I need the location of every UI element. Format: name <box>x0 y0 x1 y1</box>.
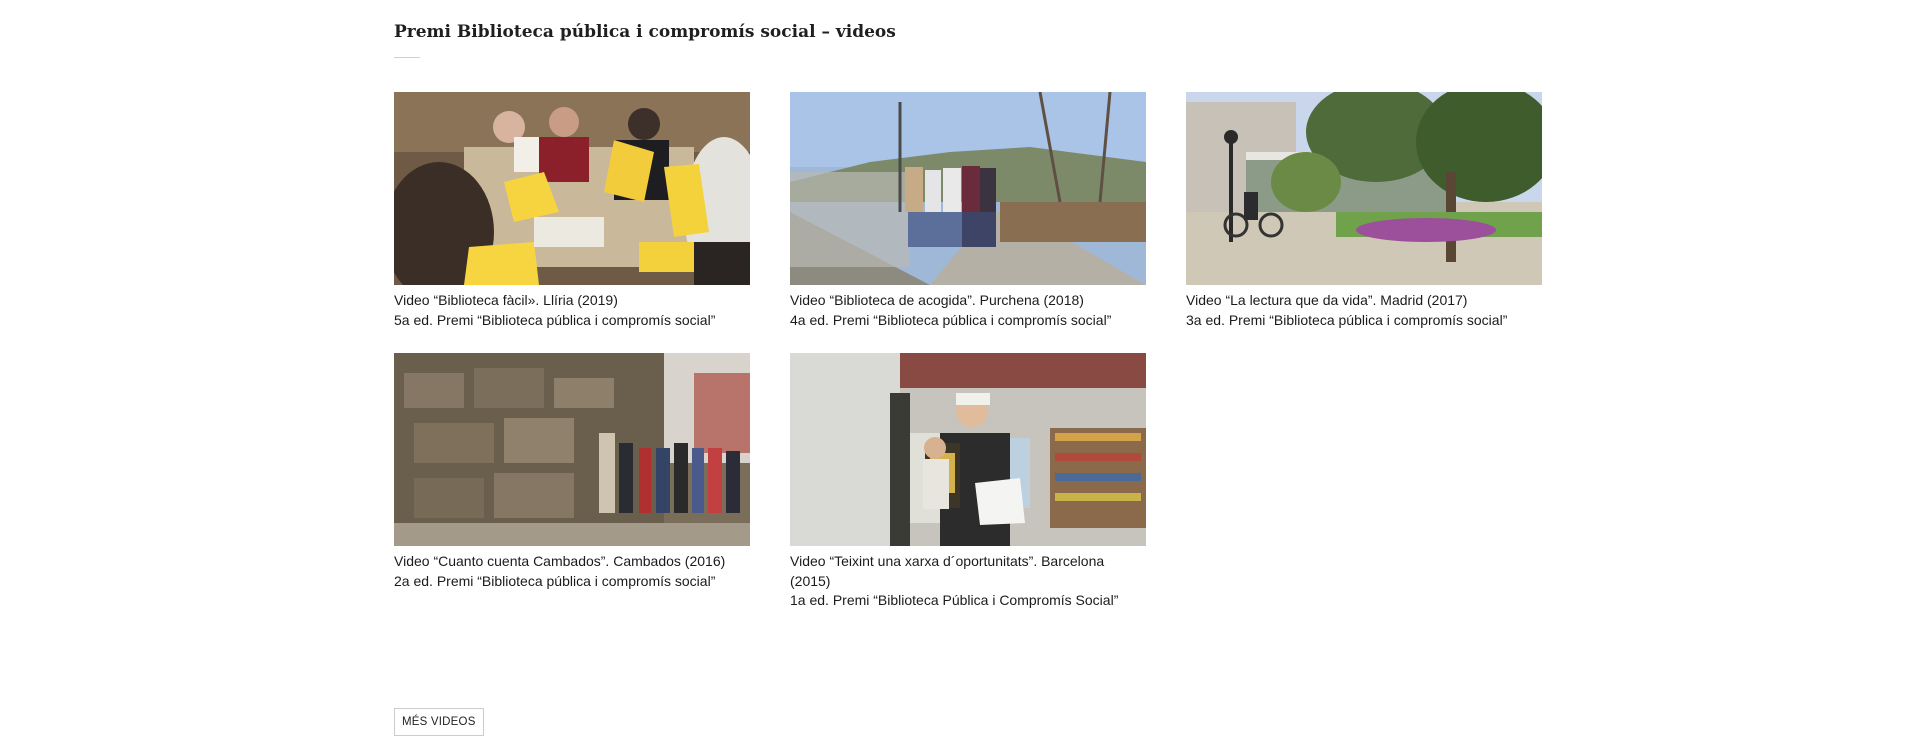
video-card-lliria[interactable]: Video “Biblioteca fàcil». Llíria (2019) … <box>394 92 750 330</box>
video-card-madrid[interactable]: Video “La lectura que da vida”. Madrid (… <box>1186 92 1542 330</box>
video-caption-purchena: Video “Biblioteca de acogida”. Purchena … <box>790 291 1146 330</box>
video-card-cambados[interactable]: Video “Cuanto cuenta Cambados”. Cambados… <box>394 353 750 591</box>
video-title[interactable]: Video “Teixint una xarxa d´oportunitats”… <box>790 552 1146 591</box>
video-title[interactable]: Video “Biblioteca de acogida”. Purchena … <box>790 291 1146 311</box>
video-edition: 2a ed. Premi “Biblioteca pública i compr… <box>394 572 716 589</box>
video-caption-madrid: Video “La lectura que da vida”. Madrid (… <box>1186 291 1542 330</box>
videos-section: Premi Biblioteca pública i compromís soc… <box>394 20 1544 736</box>
video-thumbnail-purchena[interactable] <box>790 92 1146 285</box>
video-thumbnail-lliria[interactable] <box>394 92 750 285</box>
video-caption-cambados: Video “Cuanto cuenta Cambados”. Cambados… <box>394 552 750 591</box>
more-videos-button[interactable]: MÉS VIDEOS <box>394 708 484 736</box>
video-edition: 1a ed. Premi “Biblioteca Pública i Compr… <box>790 592 1119 608</box>
title-underline <box>394 57 420 58</box>
video-card-barcelona[interactable]: Video “Teixint una xarxa d´oportunitats”… <box>790 353 1146 611</box>
video-title[interactable]: Video “Biblioteca fàcil». Llíria (2019) <box>394 291 750 311</box>
video-caption-barcelona: Video “Teixint una xarxa d´oportunitats”… <box>790 552 1146 611</box>
video-card-purchena[interactable]: Video “Biblioteca de acogida”. Purchena … <box>790 92 1146 330</box>
video-caption-lliria: Video “Biblioteca fàcil». Llíria (2019) … <box>394 291 750 330</box>
video-title[interactable]: Video “La lectura que da vida”. Madrid (… <box>1186 291 1542 311</box>
video-thumbnail-madrid[interactable] <box>1186 92 1542 285</box>
video-thumbnail-barcelona[interactable] <box>790 353 1146 546</box>
video-edition: 3a ed. Premi “Biblioteca pública i compr… <box>1186 311 1508 328</box>
video-edition: 4a ed. Premi “Biblioteca pública i compr… <box>790 311 1112 328</box>
section-title: Premi Biblioteca pública i compromís soc… <box>394 22 896 42</box>
video-thumbnail-cambados[interactable] <box>394 353 750 546</box>
video-title[interactable]: Video “Cuanto cuenta Cambados”. Cambados… <box>394 552 750 572</box>
video-edition: 5a ed. Premi “Biblioteca pública i compr… <box>394 311 716 328</box>
